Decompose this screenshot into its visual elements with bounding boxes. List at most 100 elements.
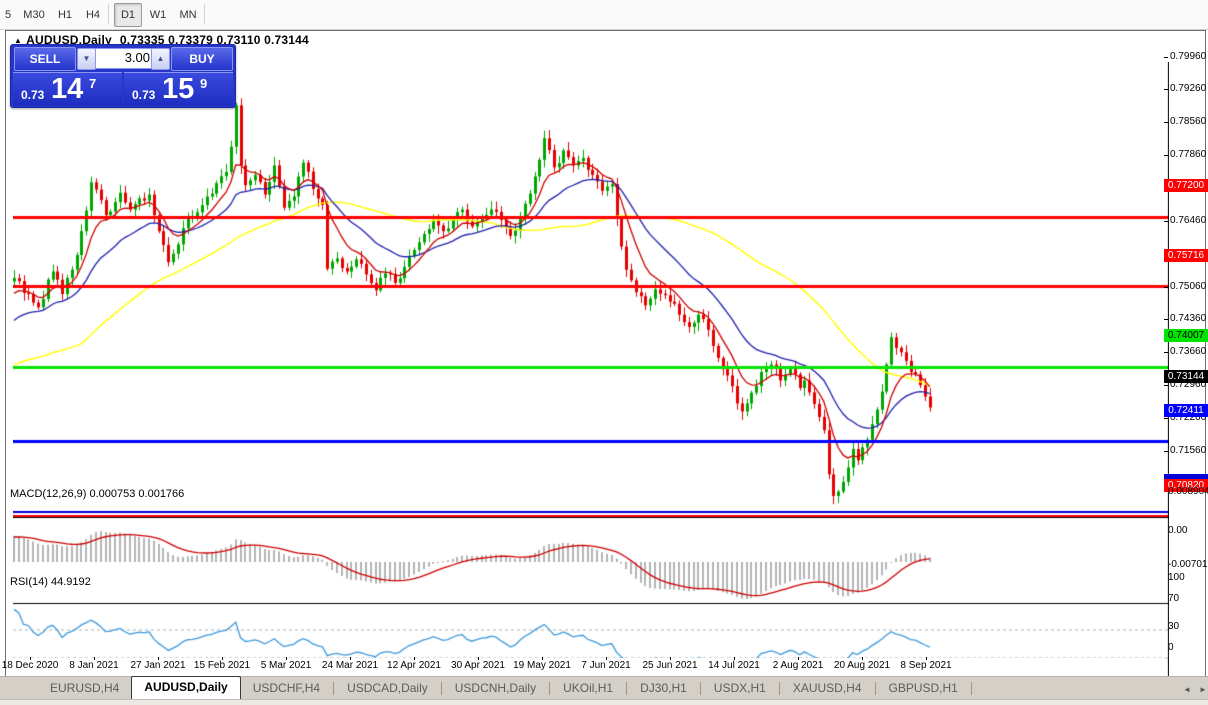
buy-price-sup: 9 [200, 76, 208, 91]
trade-panel-row: SELL ▼ 3.00 ▲ BUY [11, 45, 235, 71]
price-tick-mark [1164, 155, 1168, 157]
tab-scroll-right-icon[interactable]: ► [1196, 683, 1208, 697]
date-label: 2 Aug 2021 [772, 660, 824, 671]
timeframe-button-mn[interactable]: MN [174, 3, 202, 27]
date-label: 25 Jun 2021 [642, 660, 698, 671]
macd-axis-label: 0.00 [1168, 525, 1188, 536]
mt4-application: 5 M30 H1 H4 D1 W1 MN ▲ AUDUSD,Daily 0.73335 0.73… [0, 0, 1208, 705]
price-level-badge: 0.75716 [1164, 248, 1208, 262]
price-tick-mark [1164, 450, 1168, 452]
tab-divider [699, 682, 701, 695]
date-label: 30 Apr 2021 [451, 660, 505, 671]
sell-price-display[interactable]: 0.73 14 7 [13, 72, 122, 106]
timeframe-button-m30[interactable]: M30 [18, 3, 50, 27]
tab-dj30[interactable]: DJ30,H1 [628, 678, 699, 699]
buy-price-big: 15 [162, 73, 195, 105]
price-tick-label: 0.78560 [1170, 116, 1207, 128]
tab-usdcnh[interactable]: USDCNH,Daily [443, 678, 548, 699]
volume-decrement-button[interactable]: ▼ [77, 48, 96, 70]
tab-audusd[interactable]: AUDUSD,Daily [131, 676, 241, 699]
price-tick-mark [1164, 89, 1168, 91]
date-label: 19 May 2021 [513, 660, 571, 671]
date-label: 12 Apr 2021 [387, 660, 441, 671]
macd-axis-label: -0.007013 [1168, 559, 1208, 570]
sell-button[interactable]: SELL [14, 47, 76, 71]
date-label: 27 Jan 2021 [130, 660, 186, 671]
rsi-axis-label: 0 [1168, 642, 1174, 653]
timeframe-button-h1[interactable]: H1 [52, 3, 78, 27]
tab-usdcad[interactable]: USDCAD,Daily [335, 678, 440, 699]
chart-window [5, 30, 1206, 688]
tab-xauusd[interactable]: XAUUSD,H4 [781, 678, 874, 699]
macd-label: MACD(12,26,9) 0.000753 0.001766 [10, 488, 185, 500]
rsi-axis-label: 30 [1168, 621, 1180, 632]
rsi-label: RSI(14) 44.9192 [10, 576, 91, 588]
tab-divider [778, 682, 780, 695]
one-click-trade-panel: SELL ▼ 3.00 ▲ BUY 0.73 14 7 0.73 15 9 [10, 44, 236, 108]
price-tick-label: 0.75060 [1170, 280, 1207, 292]
tab-ukoil[interactable]: UKOil,H1 [551, 678, 625, 699]
price-level-badge: 0.72411 [1164, 403, 1208, 417]
symbol-tab-bar: EURUSD,H4 AUDUSD,Daily USDCHF,H4 USDCAD,Dai… [0, 676, 1208, 705]
toolbar-separator [108, 4, 109, 24]
tab-divider [970, 682, 972, 695]
symbol-tabs: EURUSD,H4 AUDUSD,Daily USDCHF,H4 USDCAD,Dai… [38, 676, 973, 699]
date-axis[interactable]: 18 Dec 2020 8 Jan 2021 27 Jan 2021 15 Feb 2… [2, 657, 1163, 675]
date-label: 8 Jan 2021 [69, 660, 119, 671]
price-tick-mark [1164, 286, 1168, 288]
volume-increment-button[interactable]: ▲ [151, 48, 170, 70]
buy-price-base: 0.73 [132, 88, 156, 102]
toolbar-separator [204, 4, 205, 24]
tab-bar-bottom-strip [0, 699, 1208, 705]
price-level-badge: 0.73144 [1164, 369, 1208, 383]
price-tick-label: 0.79260 [1170, 83, 1207, 95]
price-tick-label: 0.77860 [1170, 149, 1207, 161]
tab-gbpusd[interactable]: GBPUSD,H1 [877, 678, 970, 699]
price-tick-label: 0.71560 [1170, 444, 1207, 456]
date-label: 5 Mar 2021 [260, 660, 312, 671]
price-tick-mark [1164, 418, 1168, 420]
date-label: 15 Feb 2021 [193, 660, 251, 671]
tab-scroll-left-icon[interactable]: ◄ [1180, 683, 1194, 697]
sell-price-big: 14 [51, 73, 84, 105]
date-label: 7 Jun 2021 [581, 660, 631, 671]
price-tick-label: 0.73660 [1170, 346, 1207, 358]
price-tick-mark [1164, 122, 1168, 124]
tab-divider [874, 682, 876, 695]
price-chart-canvas[interactable] [13, 62, 1169, 688]
rsi-axis-label: 70 [1168, 593, 1180, 604]
timeframe-toolbar: 5 M30 H1 H4 D1 W1 MN [0, 0, 1208, 30]
price-tick-label: 0.76460 [1170, 214, 1207, 226]
tab-eurusd[interactable]: EURUSD,H4 [38, 678, 131, 699]
date-label: 8 Sep 2021 [900, 660, 952, 671]
price-tick-mark [1164, 352, 1168, 354]
price-tick-label: 0.74360 [1170, 313, 1207, 325]
tab-divider [333, 682, 335, 695]
price-tick-mark [1164, 56, 1168, 58]
macd-axis-label: 0.008904 [1168, 486, 1208, 497]
volume-input[interactable]: 3.00 [95, 48, 155, 69]
date-label: 24 Mar 2021 [321, 660, 379, 671]
buy-price-display[interactable]: 0.73 15 9 [124, 72, 233, 106]
rsi-axis-label: 100 [1168, 572, 1185, 583]
timeframe-button-5[interactable]: 5 [0, 3, 16, 27]
price-level-badge: 0.77200 [1164, 179, 1208, 193]
tab-divider [549, 682, 551, 695]
price-tick-mark [1164, 220, 1168, 222]
price-tick-label: 0.79960 [1170, 50, 1207, 62]
price-tick-mark [1164, 319, 1168, 321]
timeframe-button-d1[interactable]: D1 [114, 3, 142, 27]
buy-button[interactable]: BUY [171, 47, 233, 71]
timeframe-button-w1[interactable]: W1 [144, 3, 172, 27]
tab-usdx[interactable]: USDX,H1 [702, 678, 778, 699]
date-label: 18 Dec 2020 [1, 660, 59, 671]
tab-divider [626, 682, 628, 695]
timeframe-button-h4[interactable]: H4 [80, 3, 106, 27]
tab-divider [440, 682, 442, 695]
price-tick-mark [1164, 385, 1168, 387]
sell-price-sup: 7 [89, 76, 97, 91]
tab-usdchf[interactable]: USDCHF,H4 [241, 678, 332, 699]
price-level-badge: 0.74007 [1164, 329, 1208, 342]
sell-price-base: 0.73 [21, 88, 45, 102]
date-label: 20 Aug 2021 [833, 660, 891, 671]
